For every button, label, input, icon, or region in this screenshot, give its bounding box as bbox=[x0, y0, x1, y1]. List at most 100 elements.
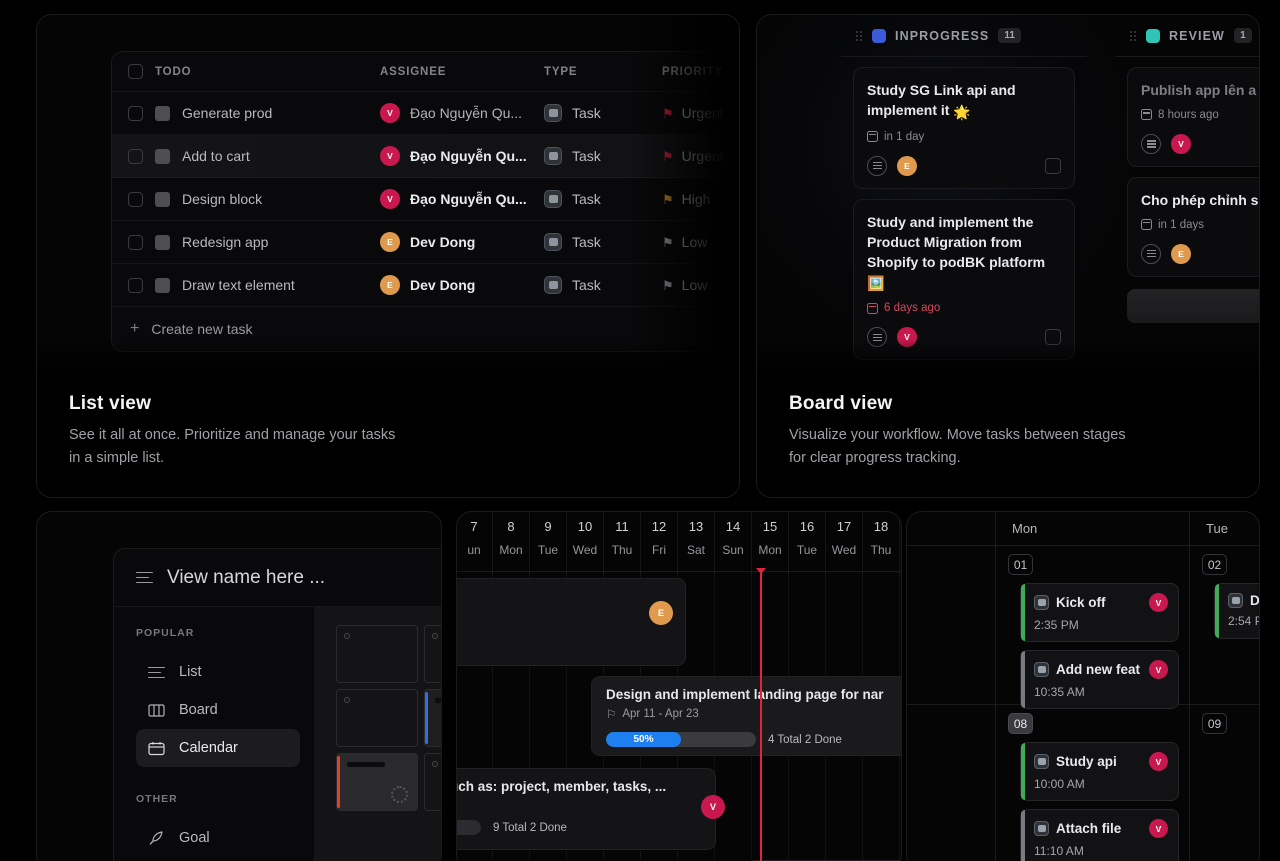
cell-assignee[interactable]: V Đạo Nguyễn Qu... bbox=[380, 103, 544, 123]
gantt-day-col[interactable]: 9 Tue bbox=[530, 512, 567, 571]
cell-priority[interactable]: ⚑ Urgent bbox=[662, 148, 739, 164]
avatar: V bbox=[1149, 752, 1168, 771]
calendar-cell[interactable]: 09 bbox=[1190, 705, 1259, 861]
board-card[interactable]: Study SG Link api and implement it 🌟 in … bbox=[853, 67, 1075, 189]
create-new-task-label: Create new task bbox=[151, 321, 253, 337]
avatar: E bbox=[897, 155, 917, 176]
cell-priority[interactable]: ⚑ Low bbox=[662, 234, 739, 250]
calendar-cell[interactable]: 02 Delete t 2:54 PM bbox=[1190, 546, 1259, 704]
sidebar-item-label: List bbox=[179, 664, 202, 680]
task-title: Redesign app bbox=[182, 234, 269, 250]
cell-type[interactable]: Task bbox=[544, 104, 662, 122]
table-row[interactable]: Design block V Đạo Nguyễn Qu... Task ⚑ H… bbox=[112, 178, 739, 221]
list-view-caption: List view See it all at once. Prioritize… bbox=[37, 375, 739, 497]
card-emoji-icon: 🌟 bbox=[953, 103, 971, 120]
view-name-input[interactable]: View name here ... bbox=[167, 567, 325, 589]
subtask-icon[interactable] bbox=[1141, 243, 1161, 264]
gantt-day-col[interactable]: 11 Thu bbox=[604, 512, 641, 571]
board-column-header[interactable]: INPROGRESS 11 bbox=[841, 15, 1087, 57]
board-icon bbox=[148, 703, 165, 718]
table-row[interactable]: Redesign app E Dev Dong Task ⚑ Low bbox=[112, 221, 739, 264]
gantt-day-col[interactable]: 7 un bbox=[457, 512, 493, 571]
subtask-icon[interactable] bbox=[867, 327, 887, 348]
board-card[interactable]: Publish app lên a 8 hours ago V bbox=[1127, 67, 1259, 167]
calendar-event[interactable]: Study api V 10:00 AM bbox=[1020, 742, 1179, 801]
task-square-icon bbox=[155, 105, 170, 121]
gantt-day-col[interactable]: 13 Sat bbox=[678, 512, 715, 571]
cell-assignee[interactable]: V Đạo Nguyễn Qu... bbox=[380, 189, 544, 209]
board-card-title: Cho phép chỉnh s bbox=[1141, 191, 1259, 208]
gantt-day-col[interactable]: 15 Mon bbox=[752, 512, 789, 571]
day-weekday: Mon bbox=[758, 543, 782, 557]
cell-assignee[interactable]: E Dev Dong bbox=[380, 275, 544, 295]
select-all-checkbox[interactable] bbox=[128, 64, 143, 79]
gantt-day-col[interactable]: 16 Tue bbox=[789, 512, 826, 571]
cell-priority[interactable]: ⚑ Urgent bbox=[662, 105, 739, 121]
subtask-icon[interactable] bbox=[1141, 133, 1161, 154]
create-new-task-button[interactable]: + Create new task bbox=[112, 307, 739, 351]
gantt-day-col[interactable]: 8 Mon bbox=[493, 512, 530, 571]
view-name-row[interactable]: View name here ... bbox=[114, 549, 441, 607]
gantt-day-col[interactable]: 12 Fri bbox=[641, 512, 678, 571]
gantt-day-col[interactable]: 10 Wed bbox=[567, 512, 604, 571]
gantt-bar[interactable]: 0/4 12 Done E bbox=[457, 578, 686, 666]
board-card-checkbox[interactable] bbox=[1045, 157, 1061, 174]
row-checkbox[interactable] bbox=[128, 277, 143, 293]
event-title: Kick off bbox=[1056, 595, 1106, 610]
drag-handle-icon[interactable] bbox=[1129, 30, 1137, 41]
calendar-icon bbox=[1141, 109, 1152, 121]
row-checkbox[interactable] bbox=[128, 191, 143, 207]
priority-flag-icon: ⚑ bbox=[662, 105, 674, 121]
calendar-event[interactable]: Attach file V 11:10 AM bbox=[1020, 809, 1179, 861]
screenshot-root: TODO ASSIGNEE TYPE PRIORITY Generate pro… bbox=[0, 0, 1280, 861]
sidebar-item-calendar[interactable]: Calendar bbox=[136, 729, 300, 767]
gantt-bar[interactable]: Design and implement landing page for na… bbox=[591, 676, 901, 756]
calendar-event[interactable]: Kick off V 2:35 PM bbox=[1020, 583, 1179, 642]
row-checkbox[interactable] bbox=[128, 148, 143, 164]
table-row[interactable]: Add to cart V Đạo Nguyễn Qu... Task ⚑ Ur… bbox=[112, 135, 739, 178]
cell-type[interactable]: Task bbox=[544, 190, 662, 208]
drag-handle-icon[interactable] bbox=[855, 30, 863, 41]
cell-assignee[interactable]: E Dev Dong bbox=[380, 232, 544, 252]
day-number-badge: 01 bbox=[1008, 554, 1033, 575]
column-color-swatch bbox=[872, 28, 886, 43]
cell-type[interactable]: Task bbox=[544, 233, 662, 251]
gantt-day-col[interactable]: 17 Wed bbox=[826, 512, 863, 571]
day-number: 13 bbox=[688, 519, 704, 534]
row-checkbox[interactable] bbox=[128, 234, 143, 250]
gantt-day-col[interactable]: 14 Sun bbox=[715, 512, 752, 571]
cell-priority[interactable]: ⚑ High bbox=[662, 191, 739, 207]
cell-priority[interactable]: ⚑ Low bbox=[662, 277, 739, 293]
day-number: 17 bbox=[836, 519, 852, 534]
event-color-stripe bbox=[1021, 651, 1025, 708]
calendar-icon bbox=[867, 302, 878, 314]
calendar-cell[interactable]: 01 Kick off V 2:35 PM Add new feat V 10:… bbox=[996, 546, 1190, 709]
board-card[interactable]: Study and implement the Product Migratio… bbox=[853, 198, 1075, 361]
add-card-button[interactable]: + bbox=[1127, 288, 1259, 323]
table-row[interactable]: Generate prod V Đạo Nguyễn Qu... Task ⚑ … bbox=[112, 92, 739, 135]
priority-flag-icon: ⚑ bbox=[662, 148, 674, 164]
task-type-icon bbox=[1034, 595, 1049, 610]
cell-type[interactable]: Task bbox=[544, 147, 662, 165]
board-column-header[interactable]: REVIEW 1 bbox=[1115, 15, 1259, 57]
calendar-cell[interactable]: 08 Study api V 10:00 AM Attach file V 11… bbox=[996, 705, 1190, 861]
assignee-name: Đạo Nguyễn Qu... bbox=[410, 105, 523, 121]
board-card-checkbox[interactable] bbox=[1045, 329, 1061, 346]
subtask-icon[interactable] bbox=[867, 155, 887, 176]
row-checkbox[interactable] bbox=[128, 105, 143, 121]
sidebar-item-list[interactable]: List bbox=[136, 653, 300, 691]
calendar-event[interactable]: Delete t 2:54 PM bbox=[1214, 583, 1259, 639]
calendar-week-row: 08 Study api V 10:00 AM Attach file V 11… bbox=[907, 705, 1259, 861]
sidebar-item-goal[interactable]: Goal bbox=[136, 819, 300, 857]
gantt-bar[interactable]: data such as: project, member, tasks, ..… bbox=[457, 768, 725, 850]
due-label: 8 hours ago bbox=[1158, 108, 1219, 121]
calendar-event[interactable]: Add new feat V 10:35 AM bbox=[1020, 650, 1179, 709]
table-row[interactable]: Draw text element E Dev Dong Task ⚑ Low bbox=[112, 264, 739, 307]
board-card-due: in 1 days bbox=[1141, 219, 1259, 231]
board-card[interactable]: Cho phép chỉnh s in 1 days E bbox=[1127, 176, 1259, 277]
sidebar-item-board[interactable]: Board bbox=[136, 691, 300, 729]
cell-assignee[interactable]: V Đạo Nguyễn Qu... bbox=[380, 146, 544, 166]
gantt-day-col[interactable]: 18 Thu bbox=[863, 512, 900, 571]
cell-type[interactable]: Task bbox=[544, 276, 662, 294]
due-label: 6 days ago bbox=[884, 302, 941, 315]
